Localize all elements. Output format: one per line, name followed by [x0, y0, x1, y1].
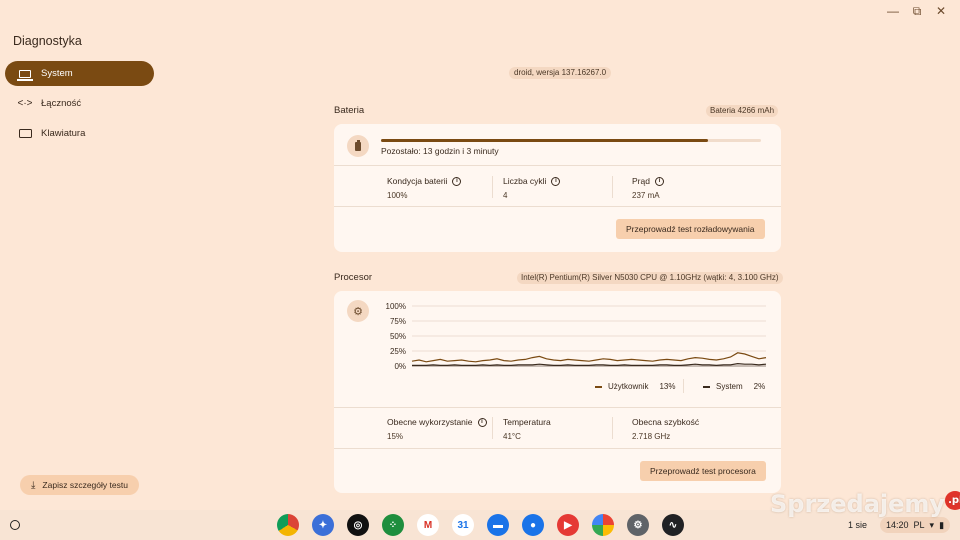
- cpu-usage-chart: 100% 75% 50% 25% 0%: [386, 302, 767, 371]
- minimize-icon[interactable]: —: [886, 4, 900, 19]
- sidebar-item-label: System: [41, 68, 73, 79]
- battery-health-stat: Kondycja baterii i 100%: [387, 176, 462, 200]
- chrome-icon[interactable]: [277, 514, 299, 536]
- messages-icon[interactable]: ●: [522, 514, 544, 536]
- sidebar: System <·> Łączność Klawiatura: [5, 61, 154, 151]
- keyboard-icon: [18, 128, 32, 140]
- sidebar-item-label: Klawiatura: [41, 128, 86, 139]
- podcast-icon[interactable]: ◎: [347, 514, 369, 536]
- info-icon[interactable]: i: [477, 417, 487, 427]
- photos-icon[interactable]: [592, 514, 614, 536]
- series-user-line: [411, 352, 767, 363]
- current-usage-stat: Obecne wykorzystanie i 15%: [387, 417, 487, 441]
- legend-swatch: [703, 385, 710, 388]
- battery-remaining: Pozostało: 13 godzin i 3 minuty: [381, 146, 499, 156]
- gmail-icon[interactable]: M: [417, 514, 439, 536]
- y-tick-label: 75%: [390, 317, 406, 326]
- watermark-logo: Sprzedajemy.pl: [770, 490, 960, 518]
- cpu-model-badge: Intel(R) Pentium(R) Silver N5030 CPU @ 1…: [517, 272, 783, 284]
- app-grid-icon[interactable]: ⁘: [382, 514, 404, 536]
- app-shelf: ✦ ◎ ⁘ M 31 ▬ ● ▶ ⚙ ∿: [277, 514, 684, 536]
- current-speed-stat: Obecna szybkość 2.718 GHz: [632, 417, 700, 441]
- connectivity-icon: <·>: [17, 98, 33, 109]
- assistant-icon[interactable]: ✦: [312, 514, 334, 536]
- legend-system: System 2%: [703, 382, 765, 391]
- temperature-stat: Temperatura 41°C: [503, 417, 551, 441]
- battery-capacity-badge: Bateria 4266 mAh: [706, 105, 779, 117]
- battery-status-icon: ▮: [939, 520, 945, 530]
- app-title: Diagnostyka: [13, 34, 82, 48]
- youtube-icon[interactable]: ▶: [557, 514, 579, 536]
- legend-swatch: [595, 385, 602, 388]
- cpu-card: ⚙ 100% 75% 50% 25% 0% Użytkownik 13% System …: [334, 291, 781, 493]
- sidebar-item-connectivity[interactable]: <·> Łączność: [5, 91, 154, 116]
- battery-section-title: Bateria: [334, 105, 365, 116]
- date-tray[interactable]: 1 sie: [842, 518, 873, 532]
- files-icon[interactable]: ▬: [487, 514, 509, 536]
- diagnostics-icon[interactable]: ∿: [662, 514, 684, 536]
- close-icon[interactable]: ✕: [934, 4, 948, 19]
- sidebar-item-label: Łączność: [41, 98, 82, 109]
- cycle-count-stat: Liczba cykli i 4: [503, 176, 561, 200]
- info-icon[interactable]: i: [551, 176, 561, 186]
- cpu-section-title: Procesor: [334, 272, 373, 283]
- laptop-icon: [17, 68, 33, 81]
- settings-icon[interactable]: ⚙: [627, 514, 649, 536]
- info-icon[interactable]: i: [654, 176, 664, 186]
- y-tick-label: 25%: [390, 347, 406, 356]
- discharge-test-button[interactable]: Przeprowadź test rozładowywania: [616, 219, 765, 239]
- cpu-gear-icon: ⚙: [347, 300, 369, 322]
- series-system-line: [412, 362, 767, 367]
- y-tick-label: 0%: [394, 362, 406, 371]
- y-tick-label: 50%: [390, 332, 406, 341]
- restore-icon[interactable]: ⧉: [910, 4, 924, 19]
- download-icon: ⤓: [31, 479, 36, 491]
- cpu-test-button[interactable]: Przeprowadź test procesora: [640, 461, 766, 481]
- status-tray[interactable]: 14:20 PL ▾ ▮: [880, 517, 951, 533]
- battery-progress-bar: [381, 139, 761, 142]
- window-controls: — ⧉ ✕: [886, 4, 948, 19]
- sidebar-item-keyboard[interactable]: Klawiatura: [5, 121, 154, 146]
- calendar-icon[interactable]: 31: [452, 514, 474, 536]
- current-stat: Prąd i 237 mA: [632, 176, 664, 200]
- y-tick-label: 100%: [386, 302, 406, 311]
- battery-icon: [347, 135, 369, 157]
- info-icon[interactable]: i: [452, 176, 462, 186]
- wifi-icon: ▾: [929, 520, 935, 530]
- save-test-details-button[interactable]: ⤓ Zapisz szczegóły testu: [20, 475, 139, 495]
- legend-user: Użytkownik 13%: [595, 382, 675, 391]
- launcher-icon[interactable]: [10, 520, 20, 530]
- version-badge: droid, wersja 137.16267.0: [509, 67, 612, 79]
- sidebar-item-system[interactable]: System: [5, 61, 154, 86]
- battery-card: Pozostało: 13 godzin i 3 minuty Kondycja…: [334, 124, 781, 252]
